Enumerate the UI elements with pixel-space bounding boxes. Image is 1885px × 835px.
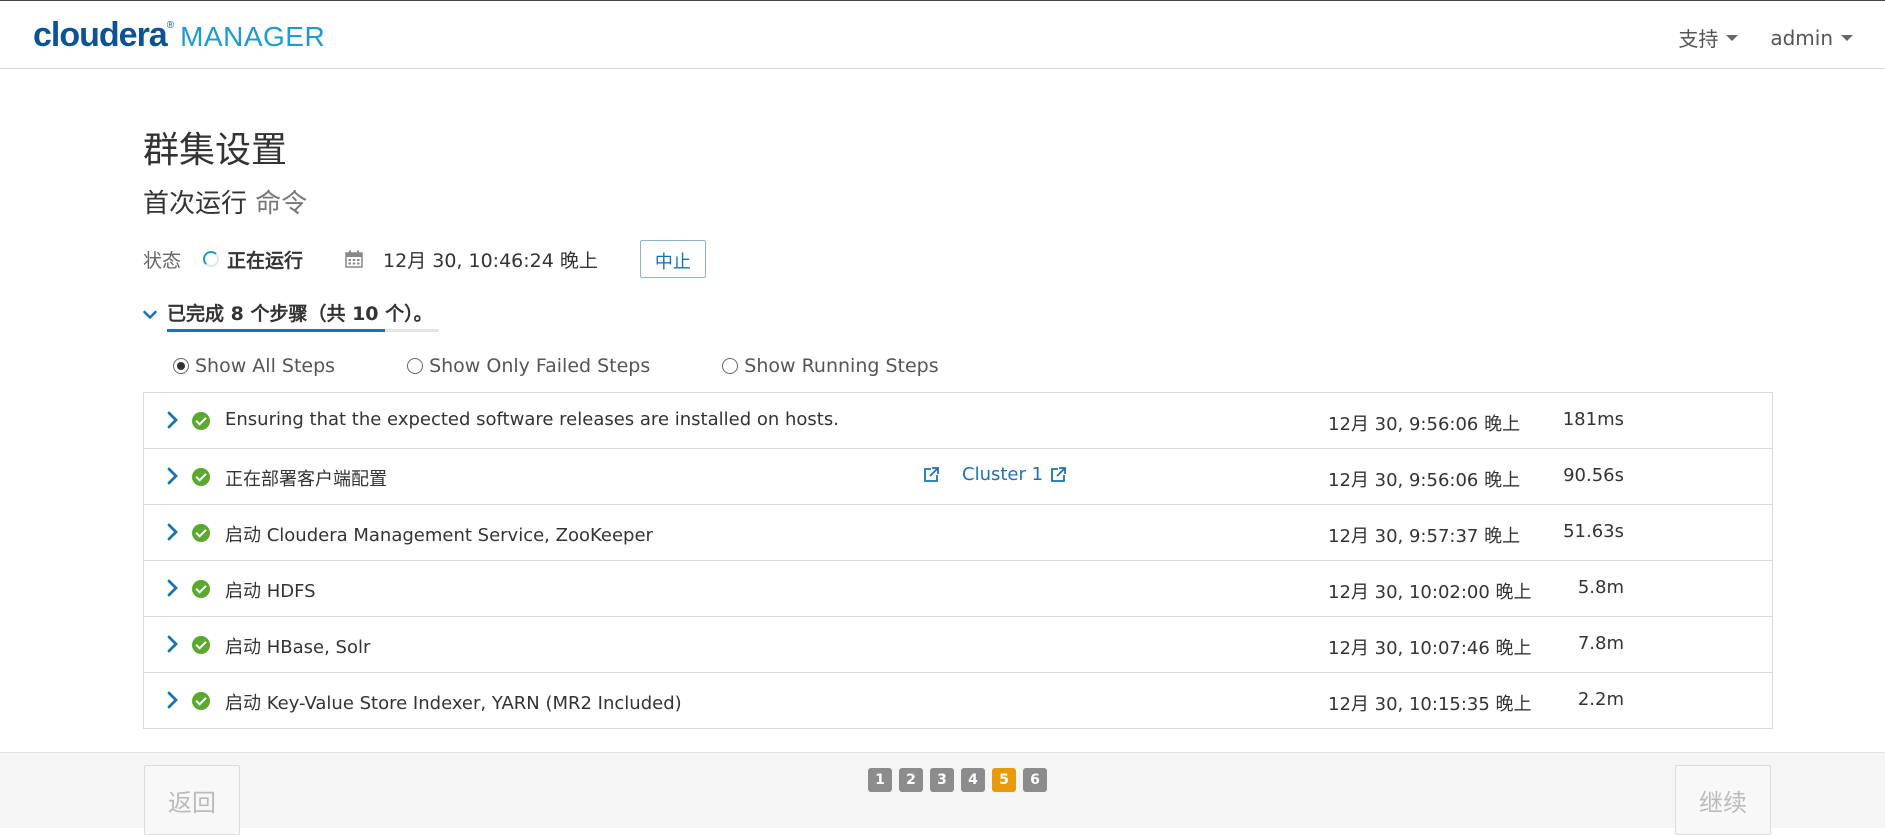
command-name: 首次运行: [143, 189, 248, 219]
step-duration: 2.2m: [1577, 689, 1624, 710]
success-check-icon: [192, 524, 210, 542]
success-check-icon: [192, 692, 210, 710]
success-check-icon: [192, 636, 210, 654]
step-duration: 51.63s: [1563, 521, 1624, 542]
status-row: 状态 正在运行 12月 30, 10:46:24 晚上 中止: [143, 239, 1043, 279]
radio-button[interactable]: [173, 358, 189, 374]
step-filter-option[interactable]: Show Only Failed Steps: [407, 355, 650, 377]
user-menu-label: admin: [1770, 25, 1833, 50]
abort-button[interactable]: 中止: [639, 240, 706, 278]
running-spinner-icon: [203, 251, 220, 267]
radio-button[interactable]: [407, 358, 424, 374]
step-duration: 181ms: [1562, 409, 1624, 430]
page-title: 群集设置: [143, 130, 288, 171]
step-name: Ensuring that the expected software rele…: [225, 409, 839, 430]
wizard-footer: 返回 123456 继续: [0, 752, 1885, 835]
pager-page[interactable]: 3: [930, 768, 954, 792]
pager-page[interactable]: 5: [992, 768, 1016, 792]
step-name: 正在部署客户端配置: [225, 469, 387, 490]
logo-registered-mark: ®: [166, 20, 175, 31]
pager-page[interactable]: 4: [961, 768, 985, 792]
chevron-right-icon[interactable]: [166, 691, 180, 709]
steps-progress-bar: [167, 329, 439, 332]
step-filter-label: Show Running Steps: [744, 355, 939, 377]
support-menu[interactable]: 支持: [1678, 23, 1770, 52]
step-row: 启动 HDFS 12月 30, 10:02:00 晚上 5.8m: [143, 561, 1773, 617]
continue-button[interactable]: 继续: [1675, 765, 1771, 835]
chevron-down-icon: [143, 310, 157, 319]
logo-brand: cloudera: [33, 16, 168, 54]
chevron-right-icon[interactable]: [166, 467, 180, 485]
step-filter-option[interactable]: Show All Steps: [173, 355, 335, 377]
command-title: 首次运行 命令: [143, 183, 307, 220]
chevron-right-icon[interactable]: [166, 411, 180, 429]
nav-right: 支持 admin: [1678, 23, 1885, 52]
step-filters: Show All Steps Show Only Failed Steps Show…: [173, 355, 1011, 377]
step-row: 正在部署客户端配置 Cluster 1 12月 30, 9:56:06 晚上 90.5…: [143, 449, 1773, 505]
step-name: 启动 HDFS: [225, 581, 316, 602]
steps-progress-bar-fill: [167, 329, 385, 332]
caret-down-icon: [1841, 34, 1853, 41]
step-links: Cluster 1: [922, 464, 1067, 485]
step-start-time: 12月 30, 9:56:06 晚上: [1328, 414, 1521, 435]
step-start-time: 12月 30, 9:56:06 晚上: [1328, 470, 1521, 491]
start-time: 12月 30, 10:46:24 晚上: [383, 249, 598, 272]
caret-down-icon: [1726, 34, 1739, 41]
cluster-link[interactable]: Cluster 1: [962, 464, 1043, 485]
back-button[interactable]: 返回: [144, 765, 240, 835]
cloudera-manager-logo[interactable]: cloudera® MANAGER: [33, 16, 325, 55]
chevron-right-icon[interactable]: [166, 635, 180, 653]
step-duration: 90.56s: [1563, 465, 1624, 486]
step-name: 启动 Cloudera Management Service, ZooKeepe…: [225, 525, 653, 546]
external-link-icon[interactable]: [922, 466, 940, 484]
step-name: 启动 Key-Value Store Indexer, YARN (MR2 In…: [225, 693, 682, 714]
logo-product: MANAGER: [180, 21, 326, 52]
step-start-time: 12月 30, 9:57:37 晚上: [1328, 526, 1521, 547]
success-check-icon: [192, 468, 210, 486]
external-link-icon[interactable]: [1049, 466, 1067, 484]
step-filter-option[interactable]: Show Running Steps: [722, 355, 939, 377]
pager-page[interactable]: 1: [868, 768, 892, 792]
pager-page[interactable]: 6: [1023, 768, 1047, 792]
steps-progress-text: 已完成 8 个步骤（共 10 个）。: [167, 299, 439, 332]
radio-button[interactable]: [722, 358, 739, 374]
step-duration: 7.8m: [1577, 633, 1624, 654]
step-row: 启动 Cloudera Management Service, ZooKeepe…: [143, 505, 1773, 561]
steps-table: Ensuring that the expected software rele…: [143, 392, 1773, 729]
chevron-right-icon[interactable]: [166, 523, 180, 541]
step-row: 启动 HBase, Solr 12月 30, 10:07:46 晚上 7.8m: [143, 617, 1773, 673]
chevron-right-icon[interactable]: [166, 579, 180, 597]
steps-progress-toggle[interactable]: 已完成 8 个步骤（共 10 个）。: [143, 299, 439, 332]
step-name: 启动 HBase, Solr: [225, 637, 371, 658]
pager-page[interactable]: 2: [899, 768, 923, 792]
step-start-time: 12月 30, 10:02:00 晚上: [1328, 582, 1532, 603]
step-start-time: 12月 30, 10:15:35 晚上: [1328, 694, 1532, 715]
user-menu[interactable]: admin: [1770, 23, 1885, 52]
command-suffix: 命令: [255, 189, 308, 219]
status-value: 正在运行: [227, 249, 304, 272]
step-filter-label: Show Only Failed Steps: [429, 355, 651, 377]
step-duration: 5.8m: [1577, 577, 1624, 598]
step-start-time: 12月 30, 10:07:46 晚上: [1328, 638, 1532, 659]
step-row: 启动 Key-Value Store Indexer, YARN (MR2 In…: [143, 673, 1773, 729]
top-navbar: cloudera® MANAGER 支持 admin: [0, 1, 1885, 69]
support-menu-label: 支持: [1678, 27, 1719, 51]
step-row: Ensuring that the expected software rele…: [143, 393, 1773, 449]
steps-progress-label: 已完成 8 个步骤（共 10 个）。: [167, 303, 433, 325]
success-check-icon: [192, 580, 210, 598]
step-filter-label: Show All Steps: [195, 355, 336, 377]
wizard-pager: 123456: [868, 768, 1047, 792]
success-check-icon: [192, 412, 210, 430]
status-label: 状态: [143, 249, 182, 272]
calendar-icon: [345, 250, 363, 268]
